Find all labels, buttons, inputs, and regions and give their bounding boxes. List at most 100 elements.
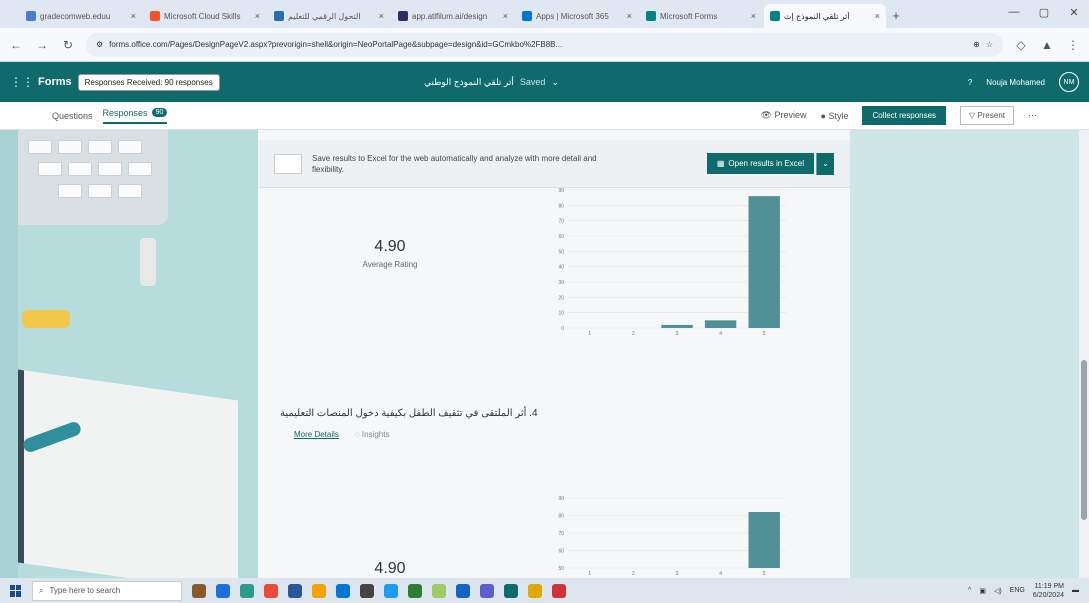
- url-field[interactable]: ⚙ forms.office.com/Pages/DesignPageV2.as…: [86, 32, 1003, 57]
- reload-icon[interactable]: ↻: [60, 38, 76, 52]
- app-launcher-icon[interactable]: ⋮⋮: [10, 75, 34, 89]
- x-tick-label: 4: [719, 571, 722, 577]
- avatar[interactable]: NM: [1059, 72, 1079, 92]
- app-icon[interactable]: [432, 583, 446, 598]
- tab-title: أثر تلقي النموذج إث: [784, 11, 850, 21]
- close-tab-icon[interactable]: ×: [379, 11, 384, 21]
- teams-icon[interactable]: [480, 583, 494, 598]
- browser-tab[interactable]: Apps | Microsoft 365 ×: [516, 4, 638, 28]
- y-tick-label: 90: [558, 188, 564, 194]
- q3-average-rating: 4.90 Average Rating: [330, 238, 450, 269]
- right-background: [850, 130, 1089, 578]
- bookmark-star-icon[interactable]: ☆: [986, 40, 993, 49]
- site-info-icon[interactable]: ⚙: [96, 40, 103, 49]
- style-label: Style: [828, 110, 849, 121]
- menu-kebab-icon[interactable]: ⋮: [1065, 38, 1081, 52]
- q4-rating-chart: 50 60 70 80 90 1 2 3 4 5: [558, 496, 786, 577]
- bar: [704, 320, 737, 328]
- network-icon[interactable]: ▣: [979, 587, 986, 595]
- preview-button[interactable]: 👁 Preview: [761, 110, 807, 121]
- app-name[interactable]: Forms: [38, 76, 72, 88]
- maximize-icon[interactable]: ▢: [1029, 0, 1059, 24]
- x-tick-label: 3: [676, 331, 679, 337]
- help-icon[interactable]: ?: [968, 78, 972, 87]
- close-tab-icon[interactable]: ×: [751, 11, 756, 21]
- clock[interactable]: 11:19 PM 6/20/2024: [1033, 582, 1064, 600]
- scrollbar[interactable]: [1079, 130, 1089, 578]
- browser-tab[interactable]: gradecomweb.eduu ×: [20, 4, 142, 28]
- tab-questions[interactable]: Questions: [52, 111, 93, 121]
- pencil-image: [22, 310, 70, 328]
- more-details-link[interactable]: More Details: [294, 430, 339, 439]
- more-options-icon[interactable]: ⋯: [1028, 110, 1037, 121]
- close-tab-icon[interactable]: ×: [875, 11, 880, 21]
- url-text: forms.office.com/Pages/DesignPageV2.aspx…: [109, 40, 563, 49]
- close-window-icon[interactable]: ✕: [1059, 0, 1089, 24]
- browser-tab[interactable]: أثر تلقي النموذج إث ×: [764, 4, 886, 28]
- windows-start-icon[interactable]: [10, 584, 22, 597]
- back-icon[interactable]: ←: [8, 38, 24, 52]
- scrollbar-thumb[interactable]: [1081, 360, 1087, 520]
- chrome-icon[interactable]: [264, 583, 278, 598]
- zoom-icon[interactable]: ⊕: [973, 40, 980, 49]
- browser-tab[interactable]: Microsoft Cloud Skills ×: [144, 4, 266, 28]
- app-icon[interactable]: [456, 583, 470, 598]
- minimize-icon[interactable]: —: [999, 0, 1029, 24]
- browser-tab[interactable]: التحول الرقمي للتعليم ×: [268, 4, 390, 28]
- app-icon[interactable]: [408, 583, 422, 598]
- excel-options-chevron-icon[interactable]: ⌄: [816, 152, 834, 175]
- q4-links: More Details ◌ Insights: [294, 430, 389, 439]
- style-button[interactable]: ● Style: [821, 111, 849, 121]
- responses-count-badge: 90: [151, 108, 168, 117]
- close-tab-icon[interactable]: ×: [255, 11, 260, 21]
- tab-title: gradecomweb.eduu: [40, 11, 111, 21]
- close-tab-icon[interactable]: ×: [627, 11, 632, 21]
- saved-status: Saved: [519, 77, 546, 87]
- notebook-image: [18, 369, 238, 578]
- profile-icon[interactable]: ▲: [1039, 38, 1055, 52]
- forms-icon[interactable]: [504, 583, 518, 598]
- browser-tab[interactable]: app.atlfilum.ai/design ×: [392, 4, 514, 28]
- y-tick-label: 80: [558, 514, 564, 520]
- powerpoint-icon[interactable]: [552, 583, 566, 598]
- x-tick-label: 2: [632, 571, 635, 577]
- user-name[interactable]: Nouja Mohamed: [986, 78, 1045, 87]
- tray-chevron-icon[interactable]: ^: [968, 587, 971, 594]
- form-title[interactable]: أثر تلقي النموذج الوطني Saved ⌄: [424, 62, 559, 102]
- edge-icon[interactable]: [240, 583, 254, 598]
- forward-icon[interactable]: →: [34, 38, 50, 52]
- notifications-icon[interactable]: ▬: [1072, 587, 1079, 594]
- collect-responses-button[interactable]: Collect responses: [862, 106, 947, 125]
- taskbar-search[interactable]: ⌕ Type here to search: [32, 580, 182, 601]
- excel-icon: ▦: [716, 159, 725, 168]
- new-tab-button[interactable]: +: [886, 4, 906, 28]
- folder-icon[interactable]: [528, 583, 542, 598]
- browser-tab[interactable]: Microsoft Forms ×: [640, 4, 762, 28]
- open-in-excel-button[interactable]: ▦ Open results in Excel: [706, 153, 814, 174]
- file-explorer-icon[interactable]: [312, 583, 326, 598]
- word-icon[interactable]: [288, 583, 302, 598]
- close-tab-icon[interactable]: ×: [131, 11, 136, 21]
- language-indicator[interactable]: ENG: [1010, 587, 1025, 594]
- tab-title: Microsoft Cloud Skills: [164, 11, 241, 21]
- window-controls: — ▢ ✕: [999, 0, 1089, 24]
- store-icon[interactable]: [336, 583, 350, 598]
- close-tab-icon[interactable]: ×: [503, 11, 508, 21]
- tab-favicon-icon: [770, 11, 780, 21]
- insights-button[interactable]: ◌ Insights: [355, 430, 390, 439]
- bar: [748, 512, 780, 568]
- present-button[interactable]: ▽ Present: [960, 106, 1014, 125]
- y-tick-label: 90: [558, 496, 564, 502]
- extensions-icon[interactable]: ◇: [1013, 38, 1029, 52]
- tab-title: Apps | Microsoft 365: [536, 11, 609, 21]
- tab-title: التحول الرقمي للتعليم: [288, 11, 361, 21]
- x-tick-label: 3: [676, 571, 679, 577]
- telegram-icon[interactable]: [384, 583, 398, 598]
- y-tick-label: 30: [558, 280, 564, 286]
- task-view-icon[interactable]: [216, 583, 230, 598]
- phone-icon[interactable]: [360, 583, 374, 598]
- dog-widget-icon[interactable]: [192, 583, 206, 598]
- volume-icon[interactable]: ◁): [994, 587, 1002, 595]
- tab-responses[interactable]: Responses 90: [102, 108, 168, 124]
- x-tick-label: 1: [588, 571, 591, 577]
